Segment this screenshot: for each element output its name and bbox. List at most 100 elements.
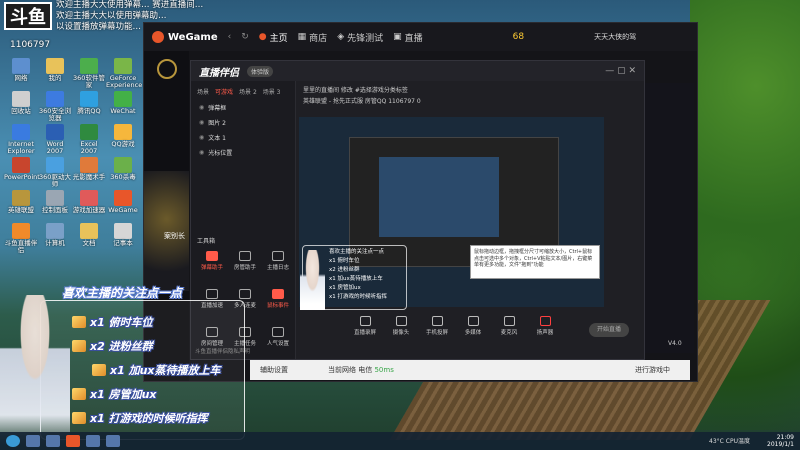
desktop-icon-label: 游戏加速器 (72, 206, 106, 214)
tool-button[interactable]: 弹幕助手 (197, 251, 227, 271)
source-item[interactable]: ◉ 光标位置 (191, 145, 295, 160)
desktop-icon[interactable]: 我的 (38, 58, 72, 82)
desktop-icon[interactable]: QQ游戏 (106, 124, 140, 148)
control-button[interactable]: 直播录屏 (351, 316, 379, 336)
tool-button[interactable]: 人气设置 (263, 327, 293, 347)
tool-button[interactable]: 房管助手 (230, 251, 260, 271)
desktop-icon[interactable]: 控制面板 (38, 190, 72, 214)
assist-settings[interactable]: 辅助设置 (260, 365, 288, 375)
eye-icon[interactable]: ◉ (199, 119, 204, 126)
tab-scene[interactable]: 场景 (197, 87, 209, 96)
eye-icon[interactable]: ◉ (199, 149, 204, 156)
desktop-icon[interactable]: Word 2007 (38, 124, 72, 155)
scene-tabs: 场景 可游戏 场景 2 场景 3 (191, 81, 295, 100)
desktop-icon-label: 斗鱼直播伴侣 (4, 239, 38, 254)
desktop-icon-label: 腾讯QQ (77, 107, 101, 115)
launch-status[interactable]: 进行游戏中 (635, 365, 670, 375)
back-icon[interactable]: ‹ (228, 32, 232, 42)
tab-scene-2[interactable]: 场景 2 (239, 87, 257, 96)
source-item[interactable]: ◉ 弹幕框 (191, 100, 295, 115)
tab-test[interactable]: ◈ 先锋测试 (337, 31, 383, 44)
control-label: 手机投屏 (425, 330, 448, 336)
desktop-icon[interactable]: WeChat (106, 91, 140, 115)
desktop-icon-label: 我的 (48, 74, 62, 82)
wegame-brand-label: WeGame (168, 31, 218, 43)
zhibo-window[interactable]: 直播伴侣 体验版 — ▢ ✕ 场景 可游戏 场景 2 场景 3 ◉ 弹幕框 ◉ 图片… (190, 60, 645, 360)
clock[interactable]: 21:09 2019/1/1 (767, 434, 794, 448)
desktop-icon-label: QQ游戏 (111, 140, 135, 148)
control-button[interactable]: 摄像头 (387, 316, 415, 336)
user-name[interactable]: 天天大侠的驾 (594, 32, 636, 42)
control-button[interactable]: 多媒体 (459, 316, 487, 336)
app-icon (46, 124, 64, 140)
tab-store[interactable]: ▦ 商店 (298, 31, 328, 44)
desktop-icon[interactable]: 游戏加速器 (72, 190, 106, 214)
desktop-icon[interactable]: 腾讯QQ (72, 91, 106, 115)
taskbar-app-icon[interactable] (66, 435, 80, 447)
tab-home[interactable]: ● 主页 (259, 31, 288, 44)
clock-time: 21:09 (776, 434, 794, 441)
eye-icon[interactable]: ◉ (199, 134, 204, 141)
desktop-icon[interactable]: 光影魔术手 (72, 157, 106, 181)
desktop-icon[interactable]: 斗鱼直播伴侣 (4, 223, 38, 254)
gift-row: x1 加ux蒸待播放上车 (92, 362, 221, 378)
taskbar-app-icon[interactable] (26, 435, 40, 447)
desktop-icon[interactable]: 计算机 (38, 223, 72, 247)
start-live-button[interactable]: 开始直播 (589, 323, 629, 337)
tab-store-label: 商店 (309, 33, 328, 44)
tab-live[interactable]: ▣ 直播 (393, 31, 423, 44)
desktop-icon[interactable]: Internet Explorer (4, 124, 38, 155)
source-item[interactable]: ◉ 图片 2 (191, 115, 295, 130)
desktop-icon-label: 360软件管家 (73, 74, 105, 89)
tool-icon (272, 289, 284, 299)
source-label: 光标位置 (208, 150, 233, 157)
tool-button[interactable]: 鼠标事件 (263, 289, 293, 309)
desktop-icon[interactable]: 360安全浏览器 (38, 91, 72, 122)
desktop-icon-label: GeForce Experience (106, 74, 143, 89)
desktop-icon[interactable]: 360软件管家 (72, 58, 106, 89)
gift-icon (72, 412, 86, 424)
start-icon[interactable] (6, 435, 20, 447)
desktop-icon[interactable]: 网络 (4, 58, 38, 82)
wegame-bottom-bar: 辅助设置 当前网络 电信 50ms 进行游戏中 (250, 360, 690, 380)
control-label: 摄像头 (392, 330, 410, 336)
desktop-icon[interactable]: GeForce Experience (106, 58, 143, 89)
desktop-icon[interactable]: Excel 2007 (72, 124, 106, 155)
banner-text: 案别长 (164, 232, 185, 240)
tool-button[interactable]: 主播日志 (263, 251, 293, 271)
taskbar-app-icon[interactable] (46, 435, 60, 447)
control-label: 扬声器 (536, 330, 554, 336)
eye-icon[interactable]: ◉ (199, 104, 204, 111)
control-button[interactable]: 麦克风 (495, 316, 523, 336)
desktop-icon[interactable]: 英雄联盟 (4, 190, 38, 214)
control-icon (431, 316, 443, 326)
desktop-icon[interactable]: 记事本 (106, 223, 140, 247)
desktop-icon[interactable]: 回收站 (4, 91, 38, 115)
source-item[interactable]: ◉ 文本 1 (191, 130, 295, 145)
lol-icon[interactable] (156, 59, 177, 79)
desktop-icon[interactable]: 360驱动大师 (38, 157, 72, 188)
desktop-icon-label: 360杀毒 (110, 173, 136, 181)
tool-label: 弹幕助手 (200, 265, 223, 271)
window-controls[interactable]: — ▢ ✕ (605, 66, 636, 76)
tab-scene-3[interactable]: 场景 3 (263, 87, 281, 96)
tab-game-scene[interactable]: 可游戏 (215, 87, 233, 96)
room-info-line-1: 里里的直播间 修改 #选择游戏分类标签 (303, 87, 408, 94)
desktop-icon[interactable]: 360杀毒 (106, 157, 140, 181)
refresh-icon[interactable]: ↻ (241, 32, 249, 42)
control-button[interactable]: 扬声器 (531, 316, 559, 336)
desktop-icon[interactable]: WeGame (106, 190, 140, 214)
desktop-icon[interactable]: 文档 (72, 223, 106, 247)
desktop-icon[interactable]: PowerPoint (4, 157, 40, 181)
taskbar-app-icon[interactable] (106, 435, 120, 447)
preview-chat-line: x1 加ux蒸待播放上车 (329, 276, 383, 282)
taskbar-app-icon[interactable] (86, 435, 100, 447)
desktop-icon-label: 记事本 (113, 239, 133, 247)
network-label: 当前网络 电信 (328, 366, 373, 374)
control-button[interactable]: 手机投屏 (423, 316, 451, 336)
system-tray[interactable]: 43°C CPU温度 (709, 436, 750, 445)
app-icon (80, 157, 98, 173)
desktop-icon-label: 英雄联盟 (8, 206, 34, 214)
room-info-line-2: 英雄联盟 - 抢先正式服 房管QQ 1106797 0 (303, 98, 421, 105)
room-id: 1106797 (10, 40, 51, 50)
